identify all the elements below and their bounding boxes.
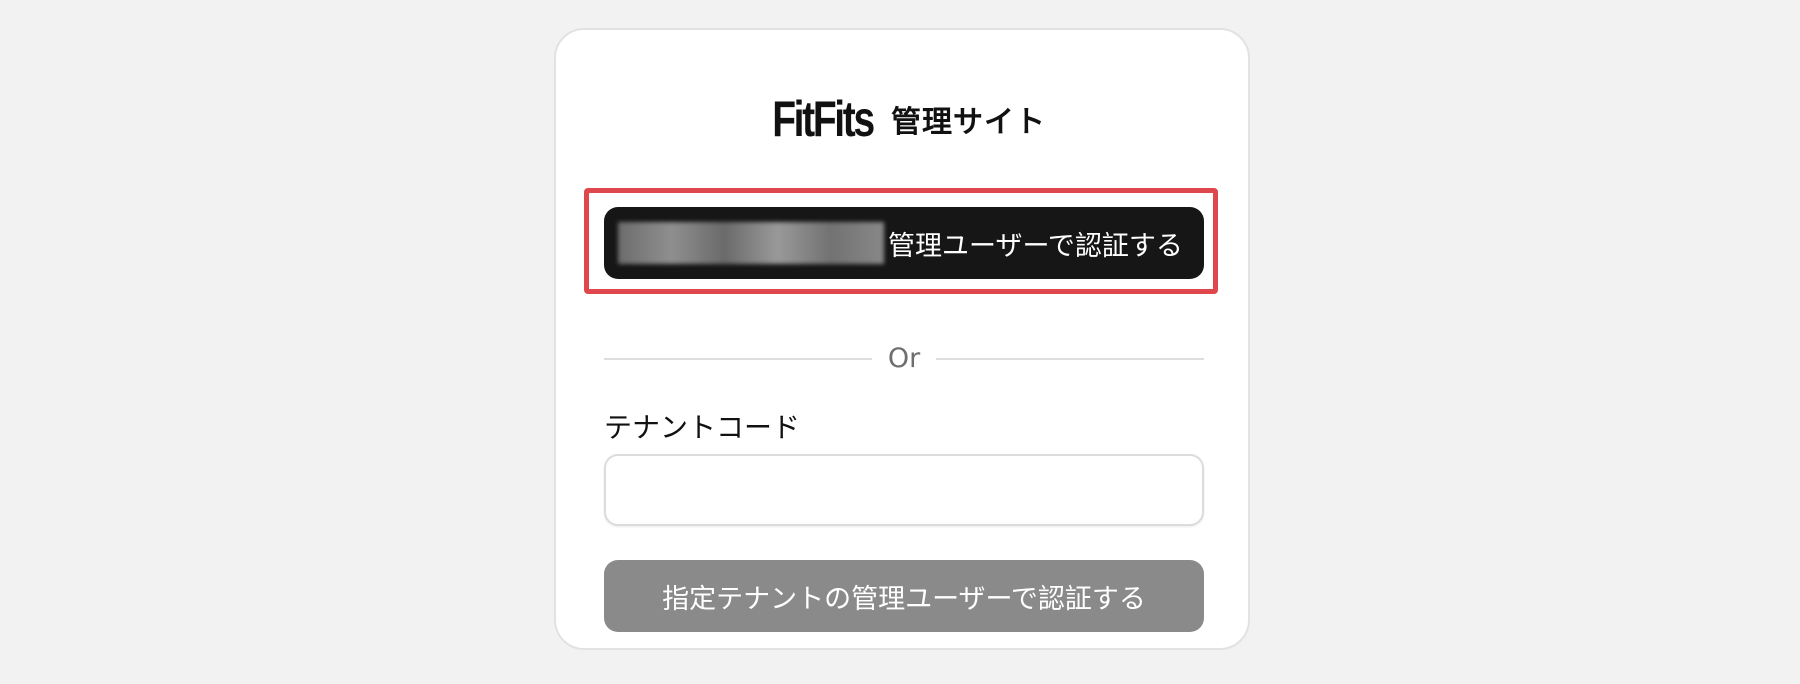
- brand-header: FitFits 管理サイト: [556, 94, 1248, 144]
- admin-auth-label: 管理ユーザーで認証する: [888, 230, 1183, 262]
- divider-line-right: [936, 357, 1205, 360]
- divider-line-left: [604, 357, 872, 360]
- site-title: 管理サイト: [890, 105, 1046, 140]
- admin-auth-button[interactable]: 管理ユーザーで認証する: [604, 207, 1204, 279]
- or-divider: Or: [604, 343, 1205, 374]
- divider-text: Or: [887, 343, 921, 374]
- tenant-code-input[interactable]: [604, 454, 1204, 526]
- tenant-code-label: テナントコード: [604, 411, 801, 444]
- redacted-account-name: [618, 222, 884, 264]
- login-card: FitFits 管理サイト 管理ユーザーで認証する Or テナントコード 指定テ…: [554, 28, 1250, 650]
- fitfits-logo: FitFits: [772, 91, 875, 147]
- tenant-auth-button[interactable]: 指定テナントの管理ユーザーで認証する: [604, 560, 1204, 632]
